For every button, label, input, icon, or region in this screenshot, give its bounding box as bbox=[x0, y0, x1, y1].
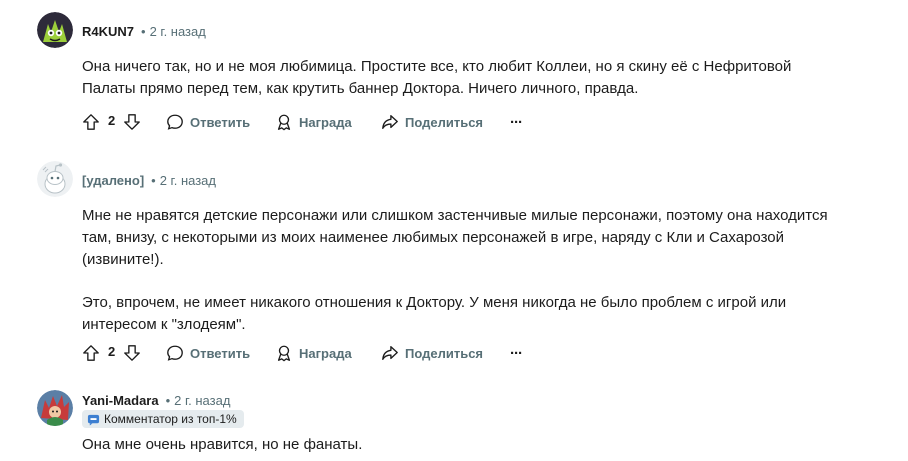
award-ribbon-icon bbox=[277, 114, 291, 131]
more-dots-icon: ··· bbox=[510, 113, 523, 131]
comment-timestamp[interactable]: 2 г. назад bbox=[160, 173, 216, 188]
user-flair-badge: Комментатор из топ-1% bbox=[82, 410, 244, 428]
comment-paragraph: Она мне очень нравится, но не фанаты. bbox=[82, 436, 363, 453]
share-button[interactable]: Поделиться bbox=[381, 110, 483, 134]
vote-count: 2 bbox=[108, 113, 116, 128]
comment-paragraph: Это, впрочем, не имеет никакого отношени… bbox=[82, 294, 787, 333]
more-options-button[interactable]: ··· bbox=[510, 110, 523, 134]
upvote-button[interactable] bbox=[82, 341, 100, 365]
arrow-down-icon bbox=[124, 114, 140, 130]
comment-timestamp[interactable]: 2 г. назад bbox=[150, 24, 206, 39]
comment-timestamp[interactable]: 2 г. назад bbox=[174, 393, 230, 408]
speech-bubble-icon bbox=[167, 114, 183, 130]
comment-body: Она мне очень нравится, но не фанаты. bbox=[82, 434, 842, 456]
award-button[interactable]: Награда bbox=[275, 110, 352, 134]
comment-author[interactable]: R4KUN7 bbox=[82, 24, 134, 39]
reply-label: Ответить bbox=[190, 345, 251, 361]
arrow-up-icon bbox=[83, 114, 99, 130]
share-arrow-icon bbox=[382, 115, 398, 129]
reply-button[interactable]: Ответить bbox=[166, 110, 250, 134]
share-label: Поделиться bbox=[405, 345, 484, 361]
upvote-button[interactable] bbox=[82, 110, 100, 134]
reply-button[interactable]: Ответить bbox=[166, 341, 250, 365]
reply-label: Ответить bbox=[190, 114, 251, 130]
more-options-button[interactable]: ··· bbox=[510, 341, 523, 365]
share-arrow-icon bbox=[382, 346, 398, 360]
more-dots-icon: ··· bbox=[510, 344, 523, 362]
award-ribbon-icon bbox=[277, 345, 291, 362]
award-label: Награда bbox=[299, 114, 352, 130]
avatar[interactable] bbox=[37, 12, 73, 48]
downvote-button[interactable] bbox=[123, 341, 141, 365]
comment-paragraph: Мне не нравятся детские персонажи или сл… bbox=[82, 207, 828, 268]
arrow-down-icon bbox=[124, 345, 140, 361]
separator-dot: • bbox=[165, 393, 171, 408]
comment-body: Она ничего так, но и не моя любимица. Пр… bbox=[82, 56, 842, 100]
share-button[interactable]: Поделиться bbox=[381, 341, 483, 365]
share-label: Поделиться bbox=[405, 114, 484, 130]
award-label: Награда bbox=[299, 345, 352, 361]
comment-body: Мне не нравятся детские персонажи или сл… bbox=[82, 205, 842, 336]
avatar[interactable] bbox=[37, 161, 73, 197]
comment-author[interactable]: Yani-Madara bbox=[82, 393, 159, 408]
avatar[interactable] bbox=[37, 390, 73, 426]
comment-paragraph: Она ничего так, но и не моя любимица. Пр… bbox=[82, 58, 792, 97]
arrow-up-icon bbox=[83, 345, 99, 361]
vote-count: 2 bbox=[108, 344, 116, 359]
separator-dot: • bbox=[141, 24, 146, 39]
top-commenter-badge-icon bbox=[87, 414, 100, 426]
flair-label: Комментатор из топ-1% bbox=[104, 412, 237, 426]
speech-bubble-icon bbox=[167, 345, 183, 361]
comment-author: [удалено] bbox=[82, 173, 145, 188]
separator-dot: • bbox=[151, 173, 156, 188]
downvote-button[interactable] bbox=[123, 110, 141, 134]
award-button[interactable]: Награда bbox=[275, 341, 352, 365]
